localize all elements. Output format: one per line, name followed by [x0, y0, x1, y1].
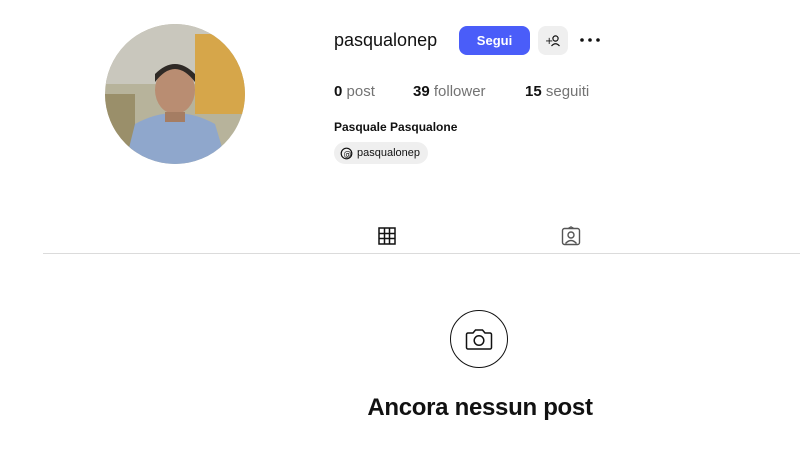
followers-label: follower	[433, 83, 486, 100]
tab-tagged[interactable]	[541, 218, 601, 254]
empty-state-title: Ancora nessun post	[367, 394, 593, 421]
camera-icon	[465, 329, 493, 350]
following-stat[interactable]: 15 seguiti	[525, 83, 589, 100]
followers-count: 39	[413, 83, 430, 100]
posts-stat: 0 post	[334, 83, 375, 100]
tabs-divider	[43, 253, 800, 254]
more-options-button[interactable]	[578, 30, 602, 50]
svg-text:@: @	[344, 149, 352, 158]
tab-posts[interactable]	[357, 218, 417, 254]
following-count: 15	[525, 83, 542, 100]
empty-state-icon	[450, 310, 508, 368]
follow-button[interactable]: Segui	[459, 26, 530, 55]
tagged-user-icon	[561, 226, 581, 246]
threads-handle: pasqualonep	[357, 147, 421, 159]
posts-label: post	[346, 83, 375, 100]
following-label: seguiti	[545, 83, 590, 100]
posts-count: 0	[334, 83, 343, 100]
profile-photo	[105, 24, 245, 164]
add-user-icon: +	[545, 34, 560, 47]
username: pasqualonep	[334, 30, 438, 50]
threads-icon: @	[340, 147, 353, 159]
profile-avatar[interactable]	[105, 24, 245, 164]
grid-icon	[378, 226, 396, 245]
suggested-users-button[interactable]: +	[538, 26, 568, 55]
threads-link[interactable]: @ pasqualonep	[334, 142, 429, 164]
more-dots-icon	[580, 38, 600, 42]
followers-stat[interactable]: 39 follower	[413, 83, 486, 100]
full-name: Pasquale Pasqualone	[334, 120, 458, 134]
